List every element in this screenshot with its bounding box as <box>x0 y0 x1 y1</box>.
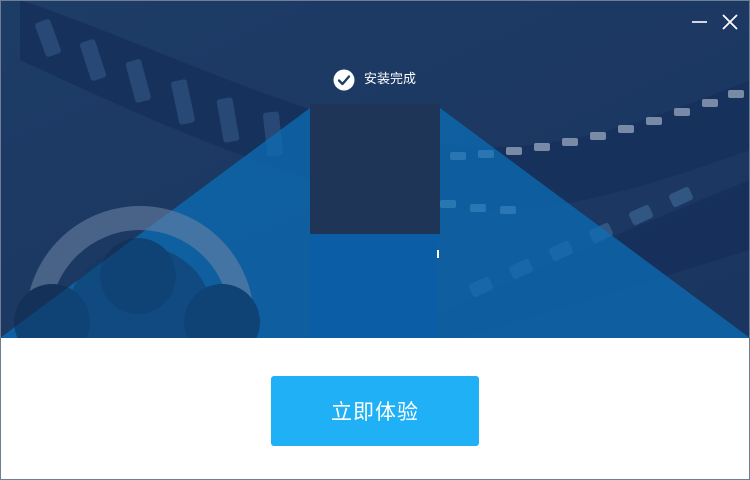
check-circle-icon <box>333 69 355 91</box>
hero-banner <box>0 0 750 338</box>
minimize-icon <box>692 21 707 23</box>
install-status: 安装完成 <box>333 68 416 92</box>
hero-background-graphic <box>0 0 750 338</box>
close-icon <box>722 14 738 30</box>
close-button[interactable] <box>716 8 744 36</box>
status-text: 安装完成 <box>364 72 417 87</box>
start-experience-button[interactable]: 立即体验 <box>271 376 479 446</box>
installer-window: 安装完成 立即体验 <box>0 0 750 480</box>
minimize-button[interactable] <box>686 8 714 36</box>
